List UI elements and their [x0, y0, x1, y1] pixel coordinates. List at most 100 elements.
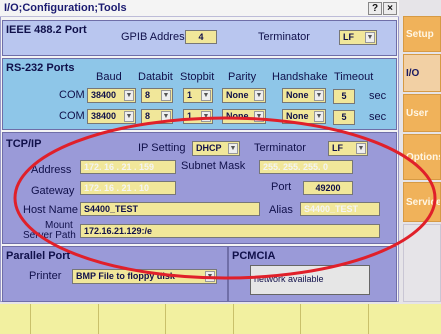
com2-databit-dropdown[interactable]: 8 ▼ [141, 109, 173, 124]
gateway-field[interactable]: 172. 16 . 21 . 10 [80, 181, 176, 195]
chevron-down-icon: ▼ [314, 111, 324, 122]
ip-setting-dropdown[interactable]: DHCP ▼ [192, 141, 240, 156]
tcp-terminator-dropdown[interactable]: LF ▼ [328, 141, 368, 156]
pcmcia-section: PCMCIA network available [228, 246, 397, 302]
gpib-address-label: GPIB Address [121, 31, 191, 43]
com1-databit-dropdown[interactable]: 8 ▼ [141, 88, 173, 103]
com2-baud-dropdown[interactable]: 38400 ▼ [87, 109, 136, 124]
ieee-terminator-value: LF [343, 32, 354, 42]
chevron-down-icon: ▼ [161, 90, 171, 101]
printer-value: BMP File to floppy disk [76, 271, 175, 281]
sidebar-empty-slot [403, 224, 441, 302]
chevron-down-icon: ▼ [161, 111, 171, 122]
column-header: Databit [138, 71, 173, 83]
ieee-terminator-dropdown[interactable]: LF ▼ [339, 30, 377, 45]
chevron-down-icon: ▼ [254, 90, 264, 101]
user-tab-button[interactable]: User [403, 94, 441, 132]
setup-tab-label: Setup [406, 28, 434, 40]
com2-handshake-dropdown[interactable]: None ▼ [282, 109, 326, 124]
softkey-6[interactable] [368, 304, 408, 334]
subnet-mask-label: Subnet Mask [181, 160, 246, 172]
tcp-terminator-value: LF [332, 143, 343, 153]
chevron-down-icon: ▼ [201, 111, 211, 122]
com2-timeout-unit: sec [369, 111, 387, 123]
com2-stopbit-value: 1 [187, 111, 193, 121]
chevron-down-icon: ▼ [228, 143, 238, 154]
service-tab-button[interactable]: Service [403, 182, 441, 222]
column-header: Handshake [272, 71, 328, 83]
column-header: Timeout [334, 71, 374, 83]
com2-handshake-value: None [286, 111, 309, 121]
pcmcia-heading: PCMCIA [232, 250, 276, 262]
softkey-2[interactable] [98, 304, 138, 334]
com1-timeout-field[interactable]: 5 [333, 89, 355, 104]
softkey-3[interactable] [165, 304, 205, 334]
port-field[interactable]: 49200 [303, 181, 353, 195]
com2-timeout-field[interactable]: 5 [333, 110, 355, 125]
com2-baud-value: 38400 [91, 111, 117, 121]
com2-parity-value: None [226, 111, 249, 121]
parallel-port-heading: Parallel Port [6, 250, 71, 262]
com2-stopbit-dropdown[interactable]: 1 ▼ [183, 109, 213, 124]
tcpip-section: TCP/IP IP Setting DHCP ▼ Terminator LF ▼ A… [2, 132, 397, 244]
chevron-down-icon: ▼ [201, 90, 211, 101]
rs232-section: RS-232 Ports Baud Databit Stopbit Parity… [2, 58, 397, 130]
com1-handshake-dropdown[interactable]: None ▼ [282, 88, 326, 103]
options-tab-label: Options [406, 151, 441, 163]
com1-parity-dropdown[interactable]: None ▼ [222, 88, 266, 103]
softkey-1[interactable] [30, 304, 70, 334]
column-header: Parity [228, 71, 257, 83]
printer-label: Printer [29, 270, 62, 282]
com1-databit-value: 8 [145, 90, 151, 100]
softkey-5[interactable] [300, 304, 340, 334]
io-tab-label: I/O [406, 67, 420, 79]
ip-setting-label: IP Setting [138, 142, 186, 154]
com2-parity-dropdown[interactable]: None ▼ [222, 109, 266, 124]
io-tab-button[interactable]: I/O [403, 54, 441, 92]
ip-setting-value: DHCP [196, 143, 222, 153]
host-name-label: Host Name [23, 204, 79, 216]
host-name-field[interactable]: S4400_TEST [80, 202, 260, 216]
gpib-address-field[interactable]: 4 [185, 30, 217, 44]
address-field[interactable]: 172. 16 . 21 . 159 [80, 160, 176, 174]
com2-databit-value: 8 [145, 111, 151, 121]
com1-baud-dropdown[interactable]: 38400 ▼ [87, 88, 136, 103]
service-tab-label: Service [406, 196, 441, 208]
alias-label: Alias [269, 204, 293, 216]
alias-field[interactable]: S4400_TEST [300, 202, 380, 216]
rs232-heading: RS-232 Ports [6, 62, 75, 74]
tcp-terminator-label: Terminator [254, 142, 306, 154]
column-header: Baud [96, 71, 122, 83]
chevron-down-icon: ▼ [254, 111, 264, 122]
chevron-down-icon: ▼ [205, 271, 215, 282]
chevron-down-icon: ▼ [124, 90, 134, 101]
options-tab-button[interactable]: Options [403, 134, 441, 180]
setup-tab-button[interactable]: Setup [403, 16, 441, 52]
column-header: Stopbit [180, 71, 215, 83]
help-button[interactable]: ? [368, 2, 382, 15]
chevron-down-icon: ▼ [314, 90, 324, 101]
subnet-mask-field[interactable]: 255. 255. 255. 0 [259, 160, 353, 174]
com1-stopbit-value: 1 [187, 90, 193, 100]
parallel-port-section: Parallel Port Printer BMP File to floppy… [2, 246, 228, 302]
ieee-section: IEEE 488.2 Port GPIB Address 4 Terminato… [2, 20, 397, 56]
title-bar: I/O;Configuration;Tools ? × [0, 0, 399, 17]
chevron-down-icon: ▼ [356, 143, 366, 154]
ieee-heading: IEEE 488.2 Port [6, 24, 87, 36]
pcmcia-status-box: network available [250, 265, 370, 295]
printer-dropdown[interactable]: BMP File to floppy disk ▼ [72, 269, 217, 284]
close-button[interactable]: × [383, 2, 397, 15]
chevron-down-icon: ▼ [365, 32, 375, 43]
com1-stopbit-dropdown[interactable]: 1 ▼ [183, 88, 213, 103]
com1-baud-value: 38400 [91, 90, 117, 100]
user-tab-label: User [406, 107, 429, 119]
softkey-4[interactable] [233, 304, 273, 334]
tcpip-heading: TCP/IP [6, 138, 42, 150]
ieee-terminator-label: Terminator [258, 31, 310, 43]
mount-server-path-field[interactable]: 172.16.21.129:/e [80, 224, 380, 238]
port-label: Port [271, 181, 292, 193]
chevron-down-icon: ▼ [124, 111, 134, 122]
com1-parity-value: None [226, 90, 249, 100]
com1-handshake-value: None [286, 90, 309, 100]
window-title: I/O;Configuration;Tools [4, 2, 127, 14]
